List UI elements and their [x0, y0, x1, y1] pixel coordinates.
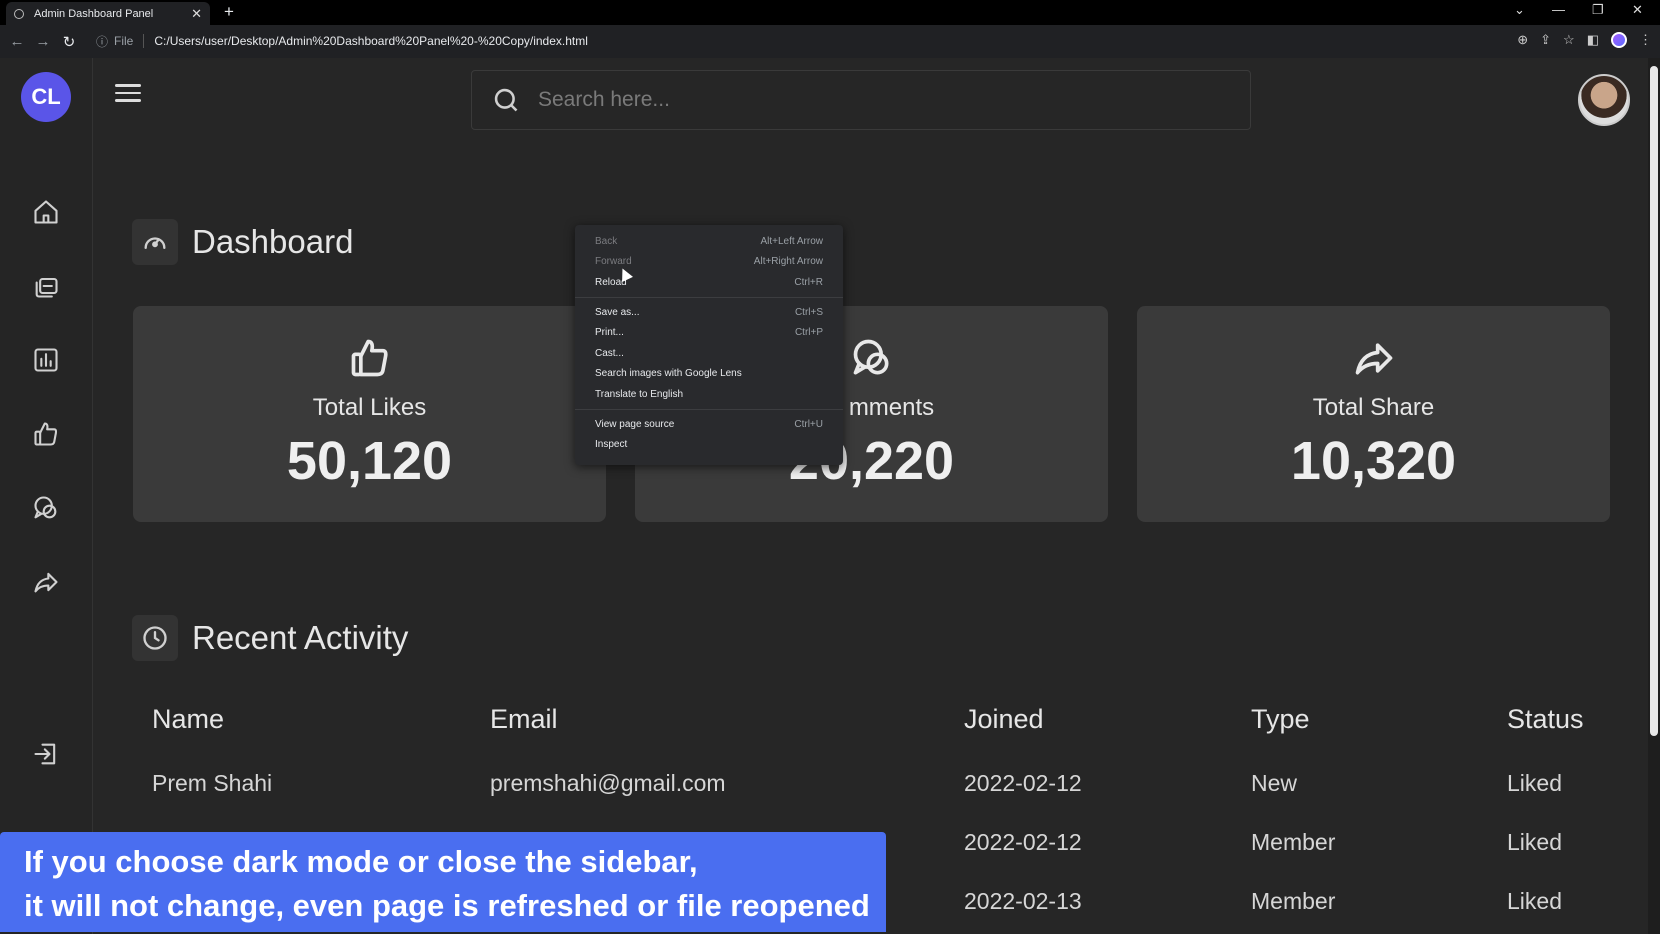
- table-cell-status: Liked: [1507, 829, 1562, 855]
- column-header-joined: Joined: [964, 704, 1044, 734]
- context-menu-divider: [575, 408, 843, 410]
- browser-menu-icon[interactable]: ⋮: [1639, 32, 1652, 48]
- context-menu-divider: [575, 296, 843, 298]
- caption-line-2: it will not change, even page is refresh…: [24, 888, 870, 923]
- section-title: Recent Activity: [192, 619, 409, 656]
- browser-profile-icon[interactable]: [1611, 32, 1627, 48]
- thumbs-up-icon[interactable]: [30, 418, 62, 450]
- context-menu-item-back[interactable]: Back Alt+Left Arrow: [575, 231, 843, 252]
- back-button[interactable]: ←: [4, 33, 30, 50]
- context-menu-item-reload[interactable]: Reload Ctrl+R: [575, 272, 843, 293]
- home-icon[interactable]: [30, 196, 62, 228]
- logout-icon[interactable]: [30, 738, 62, 770]
- app-root: CL Dashboard: [0, 58, 1660, 934]
- url-text[interactable]: C:/Users/user/Desktop/Admin%20Dashboard%…: [154, 34, 588, 48]
- context-menu-item-forward[interactable]: Forward Alt+Right Arrow: [575, 252, 843, 273]
- bookmark-star-icon[interactable]: ☆: [1563, 32, 1575, 48]
- stat-card-share: Total Share 10,320: [1137, 306, 1610, 522]
- info-icon[interactable]: ⓘ: [96, 33, 108, 50]
- stat-card-label: Total Share: [1312, 394, 1435, 421]
- context-menu-item-cast[interactable]: Cast...: [575, 343, 843, 364]
- table-cell-type: Member: [1251, 888, 1336, 914]
- new-tab-button[interactable]: +: [224, 2, 234, 22]
- tab-close-icon[interactable]: ✕: [191, 6, 202, 22]
- table-cell-type: Member: [1251, 829, 1336, 855]
- table-cell-joined: 2022-02-12: [964, 770, 1082, 796]
- sidebar: CL: [0, 58, 93, 934]
- browser-tab[interactable]: Admin Dashboard Panel ✕: [6, 2, 210, 25]
- toolbar-actions: ⊕ ⇪ ☆ ◧ ⋮: [1517, 32, 1652, 48]
- column-header-type: Type: [1251, 704, 1310, 734]
- stat-card-likes: Total Likes 50,120: [133, 306, 606, 522]
- logo[interactable]: CL: [21, 72, 71, 122]
- table-cell-email: premshahi@gmail.com: [490, 770, 726, 796]
- url-scheme: File: [114, 34, 134, 48]
- tab-search-icon[interactable]: ⌄: [1514, 2, 1525, 18]
- close-window-button[interactable]: ✕: [1632, 2, 1643, 18]
- minimize-button[interactable]: —: [1552, 2, 1565, 17]
- table-cell-status: Liked: [1507, 770, 1562, 796]
- speedometer-icon: [132, 219, 178, 265]
- column-header-name: Name: [152, 704, 225, 734]
- context-menu-item-save-as[interactable]: Save as... Ctrl+S: [575, 302, 843, 323]
- share-page-icon[interactable]: ⇪: [1540, 32, 1551, 48]
- context-menu-item-view-source[interactable]: View page source Ctrl+U: [575, 414, 843, 435]
- column-header-status: Status: [1507, 704, 1584, 734]
- restore-button[interactable]: ❐: [1592, 2, 1604, 18]
- comments-icon[interactable]: [30, 492, 62, 524]
- table-cell-joined: 2022-02-13: [964, 888, 1082, 914]
- caption-line-1: If you choose dark mode or close the sid…: [24, 844, 698, 879]
- context-menu-item-translate[interactable]: Translate to English: [575, 384, 843, 405]
- caption-banner: If you choose dark mode or close the sid…: [0, 832, 886, 932]
- zoom-icon[interactable]: ⊕: [1517, 32, 1528, 48]
- context-menu-item-inspect[interactable]: Inspect: [575, 434, 843, 455]
- tab-title: Admin Dashboard Panel: [34, 7, 154, 20]
- clock-icon: [132, 615, 178, 661]
- context-menu-item-print[interactable]: Print... Ctrl+P: [575, 322, 843, 343]
- globe-icon: [14, 8, 24, 19]
- share-icon: [1355, 343, 1392, 375]
- browser-toolbar: ← → ↻ ⓘ File C:/Users/user/Desktop/Admin…: [0, 25, 1660, 58]
- url-divider: [143, 34, 145, 48]
- search-bar: [471, 70, 1251, 130]
- search-input[interactable]: [538, 88, 1218, 112]
- stat-card-label: Total Likes: [312, 394, 427, 421]
- comments-icon: [853, 339, 888, 375]
- page-scrollbar[interactable]: [1648, 58, 1660, 934]
- scrollbar-thumb[interactable]: [1650, 66, 1658, 736]
- chart-icon[interactable]: [30, 344, 62, 376]
- browser-tab-bar: Admin Dashboard Panel ✕ + ⌄ — ❐ ✕: [0, 0, 1660, 25]
- files-icon[interactable]: [30, 270, 62, 302]
- column-header-email: Email: [490, 704, 558, 734]
- stat-card-label: mments: [848, 394, 935, 421]
- hamburger-menu-icon[interactable]: [115, 84, 141, 106]
- table-cell-name: Prem Shahi: [152, 770, 273, 796]
- recent-activity-heading: Recent Activity: [132, 615, 408, 661]
- dashboard-heading: Dashboard: [132, 219, 353, 265]
- context-menu-item-google-lens[interactable]: Search images with Google Lens: [575, 364, 843, 385]
- thumbs-up-icon: [351, 339, 388, 377]
- avatar[interactable]: [1578, 74, 1630, 126]
- reload-button[interactable]: ↻: [56, 33, 82, 51]
- stat-card-value: 10,320: [1290, 431, 1457, 491]
- page-title: Dashboard: [192, 223, 354, 260]
- address-bar[interactable]: ⓘ File C:/Users/user/Desktop/Admin%20Das…: [96, 29, 1516, 53]
- table-cell-status: Liked: [1507, 888, 1562, 914]
- table-cell-type: New: [1251, 770, 1298, 796]
- forward-button[interactable]: →: [30, 33, 56, 50]
- table-cell-joined: 2022-02-12: [964, 829, 1082, 855]
- side-panel-icon[interactable]: ◧: [1587, 32, 1599, 48]
- stat-card-value: 50,120: [286, 431, 453, 491]
- context-menu: Back Alt+Left Arrow Forward Alt+Right Arro…: [575, 225, 843, 465]
- search-icon: [494, 88, 518, 112]
- share-icon[interactable]: [30, 566, 62, 598]
